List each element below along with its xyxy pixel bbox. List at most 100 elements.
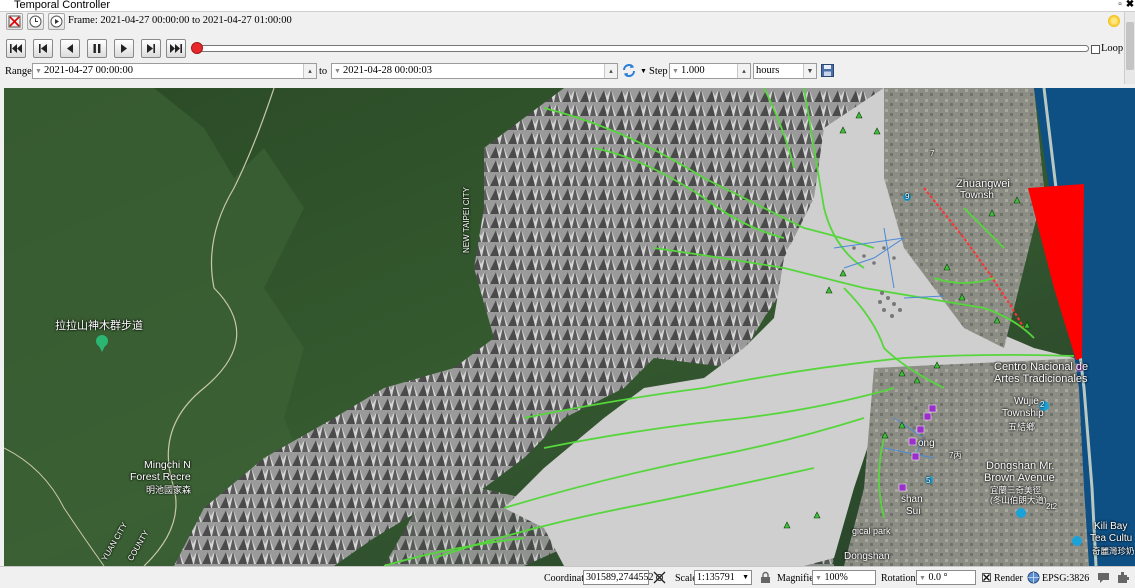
- range-label: Range: [5, 66, 32, 77]
- close-panel-icon[interactable]: ✖: [1125, 0, 1135, 10]
- toggle-extents-icon[interactable]: [653, 571, 666, 584]
- rewind-button[interactable]: [60, 39, 80, 58]
- magnifier-label: Magnifier: [777, 573, 817, 584]
- coordinate-field[interactable]: 301589,2744552: [583, 570, 654, 585]
- pause-icon: [93, 44, 101, 53]
- wujie-label-2: Township: [1002, 408, 1044, 419]
- road-5-label: 5: [926, 476, 931, 485]
- render-checkbox[interactable]: [982, 573, 991, 582]
- coordinate-label: Coordinate: [544, 573, 589, 584]
- save-icon[interactable]: [821, 64, 834, 77]
- dongshan-label-cn2: (冬山伯朗大道): [990, 495, 1047, 505]
- render-label: Render: [994, 573, 1023, 584]
- road-7a-label: 7丙: [949, 451, 962, 460]
- calendar-caret-icon: ▼: [35, 67, 42, 75]
- sun-icon[interactable]: [1108, 15, 1120, 27]
- panel-scrollbar[interactable]: [1124, 12, 1135, 84]
- road-2-label: 2: [1040, 400, 1045, 409]
- time-unit-select[interactable]: hours ▼: [753, 63, 817, 79]
- scrollbar-thumb[interactable]: [1126, 22, 1134, 70]
- to-label: to: [319, 66, 328, 77]
- mingchi-label-cn: 明池國家森: [146, 485, 192, 495]
- refresh-icon[interactable]: [622, 63, 636, 78]
- next-frame-icon: [147, 44, 155, 53]
- status-bar: Coordinate 301589,2744552 Scale 1:135791…: [0, 566, 1135, 588]
- rotation-spinbox[interactable]: ▼ 0.0 °: [916, 570, 976, 585]
- previous-frame-button[interactable]: [33, 39, 53, 58]
- mingchi-label-2: Forest Recre: [130, 471, 191, 483]
- calendar-caret-icon: ▼: [334, 67, 341, 75]
- panel-title-bar: Temporal Controller ▫ ✖: [0, 0, 1135, 12]
- chevron-down-icon: ▼: [803, 64, 816, 78]
- step-spinbox[interactable]: ▼ 1.000 ▴: [669, 63, 751, 79]
- first-frame-button[interactable]: [6, 39, 26, 58]
- scale-combo[interactable]: 1:135791 ▼: [694, 570, 752, 585]
- crs-label[interactable]: EPSG:3826: [1042, 573, 1089, 584]
- map-canvas[interactable]: NEW TAIPEI CITY 拉拉山神木群步道 Mingchi N Fores…: [4, 88, 1135, 566]
- zhuangwei-label-1: Zhuangwei: [956, 178, 1010, 190]
- dongshan-label-2: Brown Avenue: [984, 472, 1055, 484]
- centro-label-1: Centro Nacional de: [994, 361, 1089, 373]
- caret-icon: ▼: [672, 67, 679, 75]
- timeline-slider-handle[interactable]: [191, 42, 203, 54]
- rotation-value: 0.0 °: [928, 572, 948, 583]
- step-value: 1.000: [681, 65, 705, 76]
- rewind-icon: [67, 44, 73, 53]
- range-end-value: 2021-04-28 00:00:03: [343, 65, 432, 76]
- kilibay-label-cn: 奇麗灣珍奶: [1092, 546, 1135, 556]
- frame-label: Frame: 2021-04-27 00:00:00 to 2021-04-27…: [68, 15, 292, 26]
- spin-arrows-icon[interactable]: ▴: [737, 64, 750, 78]
- road-7-label: 7: [930, 149, 935, 158]
- next-frame-button[interactable]: [141, 39, 161, 58]
- last-frame-button[interactable]: [166, 39, 186, 58]
- caret-icon: ▼: [919, 574, 926, 582]
- mingchi-label-1: Mingchi N: [144, 459, 191, 471]
- spin-arrows-icon[interactable]: ▴: [303, 64, 316, 78]
- dongshan-town-label: Dongshan: [844, 551, 890, 562]
- new-taipei-label: NEW TAIPEI CITY: [462, 187, 471, 253]
- road-9-label: 9: [905, 192, 910, 201]
- centro-label-2: Artes Tradicionales: [994, 373, 1088, 385]
- caret-icon: ▼: [815, 574, 822, 582]
- wujie-label-cn: 五結鄉: [1008, 422, 1036, 432]
- loop-label: Loop: [1101, 43, 1124, 54]
- animate-icon[interactable]: [48, 13, 65, 30]
- range-end-field[interactable]: ▼ 2021-04-28 00:00:03 ▴: [331, 63, 618, 79]
- magnifier-spinbox[interactable]: ▼ 100%: [812, 570, 876, 585]
- frame-row: Frame: 2021-04-27 00:00:00 to 2021-04-27…: [0, 12, 1135, 34]
- prev-frame-icon: [39, 44, 47, 53]
- remove-icon[interactable]: [6, 13, 23, 30]
- time-unit-value: hours: [756, 65, 780, 76]
- dongshan-label-1: Dongshan Mr.: [986, 460, 1055, 472]
- rotation-label: Rotation: [881, 573, 916, 584]
- pause-button[interactable]: [87, 39, 107, 58]
- step-label: Step: [649, 66, 668, 77]
- play-button[interactable]: [114, 39, 134, 58]
- crs-globe-icon[interactable]: [1027, 571, 1040, 584]
- range-start-value: 2021-04-27 00:00:00: [44, 65, 133, 76]
- spin-arrows-icon[interactable]: ▴: [604, 64, 617, 78]
- magnifier-value: 100%: [824, 572, 848, 583]
- timeline-slider-track[interactable]: [196, 45, 1089, 52]
- float-panel-icon[interactable]: ▫: [1115, 0, 1125, 10]
- trail-label: 拉拉山神木群步道: [55, 320, 143, 332]
- sui-label: Sui: [906, 506, 921, 517]
- first-icon: [10, 44, 22, 53]
- panel-title: Temporal Controller: [14, 0, 110, 11]
- geological-park-label: gical park: [852, 526, 891, 536]
- step-dropdown-caret-icon[interactable]: ▼: [640, 67, 647, 75]
- range-start-field[interactable]: ▼ 2021-04-27 00:00:00 ▴: [32, 63, 317, 79]
- last-icon: [170, 44, 182, 53]
- messages-icon[interactable]: [1097, 571, 1110, 584]
- song-label: ong: [918, 438, 935, 449]
- chevron-down-icon: ▼: [742, 573, 749, 581]
- loop-checkbox[interactable]: [1091, 45, 1100, 54]
- kilibay-label-2: Tea Cultu: [1090, 533, 1133, 544]
- play-icon: [121, 44, 127, 53]
- clock-icon[interactable]: [27, 13, 44, 30]
- kilibay-label-1: Kili Bay: [1094, 521, 1128, 532]
- zhuangwei-label-2: Townsh: [960, 190, 994, 201]
- lock-icon[interactable]: [759, 571, 772, 584]
- scale-value: 1:135791: [697, 572, 735, 583]
- plugins-icon[interactable]: [1117, 571, 1130, 584]
